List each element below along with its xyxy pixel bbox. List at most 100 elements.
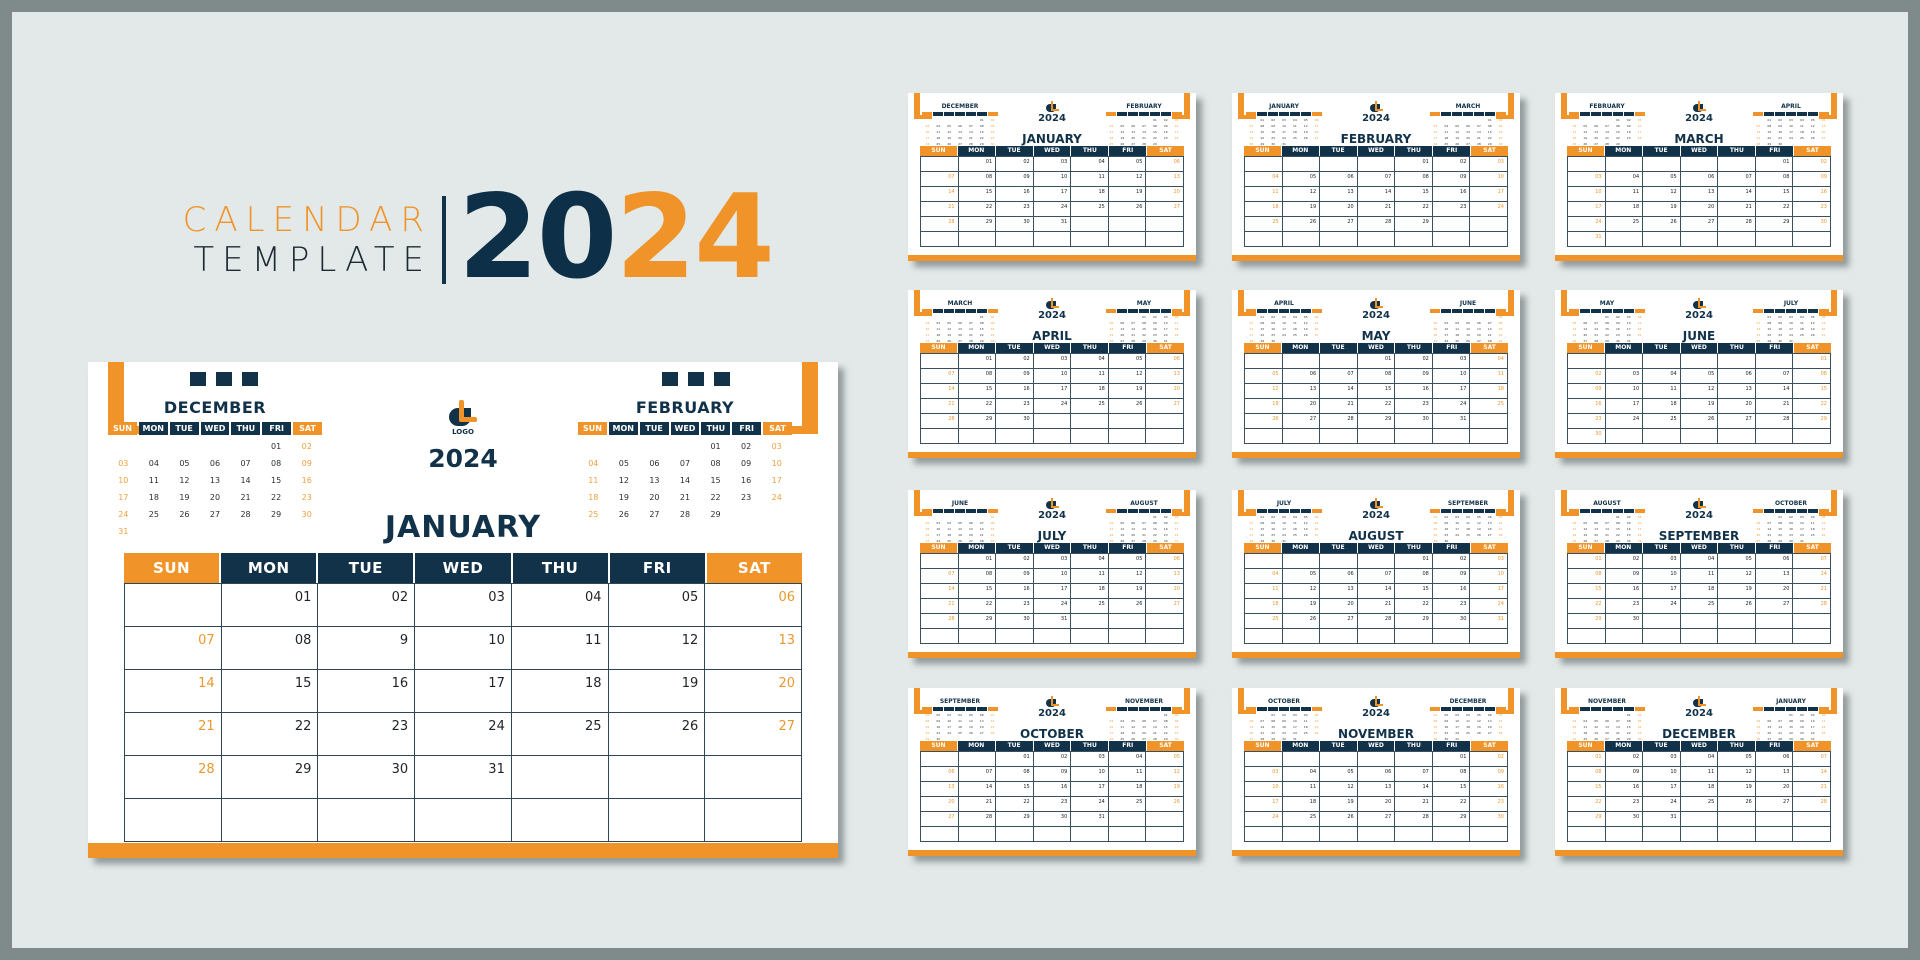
mini-date: 10	[936, 527, 941, 531]
mini-date: 07	[1249, 124, 1254, 128]
date-cell: 23	[1793, 202, 1831, 217]
weekday-marker	[977, 309, 987, 313]
date-cell	[1245, 827, 1283, 842]
date-cell: 28	[1357, 217, 1396, 232]
mini-date: 25	[1799, 333, 1804, 337]
mini-date: 05	[1810, 118, 1815, 122]
mini-date: 16	[1271, 327, 1276, 331]
mini-date: 16	[1282, 725, 1286, 729]
date-cell	[1357, 752, 1396, 767]
mini-date: 17	[771, 476, 782, 485]
date-cell: 18	[1108, 782, 1147, 797]
date-cell: 23	[1568, 414, 1606, 429]
weekday-header: SUN MON TUE WED THU FRI SAT	[1244, 741, 1508, 751]
weekday-label: TUE	[1319, 741, 1357, 751]
mini-date: 20	[1821, 327, 1826, 331]
weekday-label: SAT	[1471, 146, 1508, 156]
mini-date: 12	[1810, 124, 1815, 128]
mini-date	[200, 526, 231, 538]
mini-date	[578, 441, 609, 453]
mini-date	[1753, 515, 1764, 520]
mini-date: 31	[118, 527, 129, 536]
mini-date: 20	[1594, 533, 1599, 537]
date-cell: 31	[1071, 812, 1109, 827]
date-cell	[1432, 232, 1471, 247]
mini-date: 19	[1594, 731, 1599, 735]
date-cell: 13	[1282, 384, 1321, 399]
mini-date	[933, 315, 944, 320]
mini-date	[1569, 118, 1580, 123]
date-cell: 14	[1357, 187, 1396, 202]
date-cell	[1033, 429, 1072, 444]
date-cell	[1755, 812, 1794, 827]
date-cell	[958, 629, 997, 644]
mini-date: 20	[1605, 731, 1609, 735]
date-cell	[511, 799, 609, 842]
weekday-marker	[1150, 309, 1160, 313]
mini-date: 09	[1615, 321, 1620, 325]
date-cell	[1282, 629, 1321, 644]
mini-date	[1591, 515, 1602, 520]
date-cell: 07	[1755, 369, 1794, 384]
mini-weekday-header	[1569, 707, 1645, 711]
date-cell: 07	[921, 569, 959, 584]
date-cell: 30	[1432, 614, 1471, 629]
weekday-label: WED	[1680, 343, 1718, 353]
mini-date	[200, 441, 231, 453]
mini-date: 28	[1498, 731, 1503, 735]
mini-date	[1591, 118, 1602, 123]
mini-date	[169, 526, 200, 538]
weekday-label: SUN	[1244, 343, 1281, 353]
weekday-label: TUE	[1642, 343, 1680, 353]
date-cell: 19	[1108, 187, 1147, 202]
weekday-marker	[1485, 509, 1495, 513]
hero-template-word: TEMPLATE	[193, 240, 432, 280]
mini-date: 21	[1260, 731, 1265, 735]
date-cell: 15	[221, 670, 319, 713]
weekday-marker	[1172, 509, 1182, 513]
mini-date: 17	[1799, 527, 1804, 531]
date-cell	[1680, 429, 1719, 444]
date-cell: 03	[1432, 354, 1471, 369]
date-cell: 25	[1071, 599, 1109, 614]
weekday-header: SUN MON TUE WED THU FRI SAT	[920, 741, 1184, 751]
date-cell: 22	[1357, 399, 1396, 414]
mini-date: 17	[1789, 327, 1793, 331]
date-cell: 07	[958, 767, 997, 782]
date-cell: 07	[1320, 369, 1358, 384]
date-cell: 04	[1245, 172, 1283, 187]
date-cell: 17	[1470, 187, 1508, 202]
date-cell: 18	[1605, 202, 1644, 217]
weekday-sun: SUN	[124, 553, 220, 583]
calendar-month-title: AUGUST	[1348, 529, 1404, 543]
weekday-label: MON	[957, 146, 995, 156]
date-cell: 10	[1470, 569, 1508, 584]
mini-date: 15	[1163, 725, 1168, 729]
weekday-label: MON	[1281, 543, 1319, 553]
mini-date: 17	[1282, 327, 1286, 331]
mini-date: 12	[1303, 521, 1308, 525]
date-cell	[1395, 232, 1433, 247]
date-cell	[921, 429, 959, 444]
mini-date: 18	[1799, 327, 1804, 331]
mini-date: 23	[1271, 136, 1276, 140]
mini-date: 04	[1810, 515, 1815, 519]
weekday-marker	[1452, 112, 1462, 116]
mini-date: 09	[990, 321, 995, 325]
weekday-marker	[1463, 509, 1473, 513]
mini-date: 06	[968, 521, 973, 525]
date-cell: 12	[1643, 187, 1681, 202]
date-cell: 21	[1320, 399, 1358, 414]
date-cell: 26	[1643, 217, 1681, 232]
mini-date: 05	[1314, 713, 1319, 717]
mini-date: 13	[649, 476, 660, 485]
mini-date: 07	[1605, 124, 1609, 128]
mini-date: 01	[1271, 713, 1276, 717]
mini-date: 02	[1799, 713, 1804, 717]
date-cell	[1245, 752, 1283, 767]
mini-date: 06	[979, 713, 984, 717]
binding-marks-left	[190, 372, 258, 386]
weekday-label: THU	[1071, 543, 1109, 553]
date-cell	[705, 756, 802, 799]
calendar-year: 2024	[1685, 510, 1713, 521]
